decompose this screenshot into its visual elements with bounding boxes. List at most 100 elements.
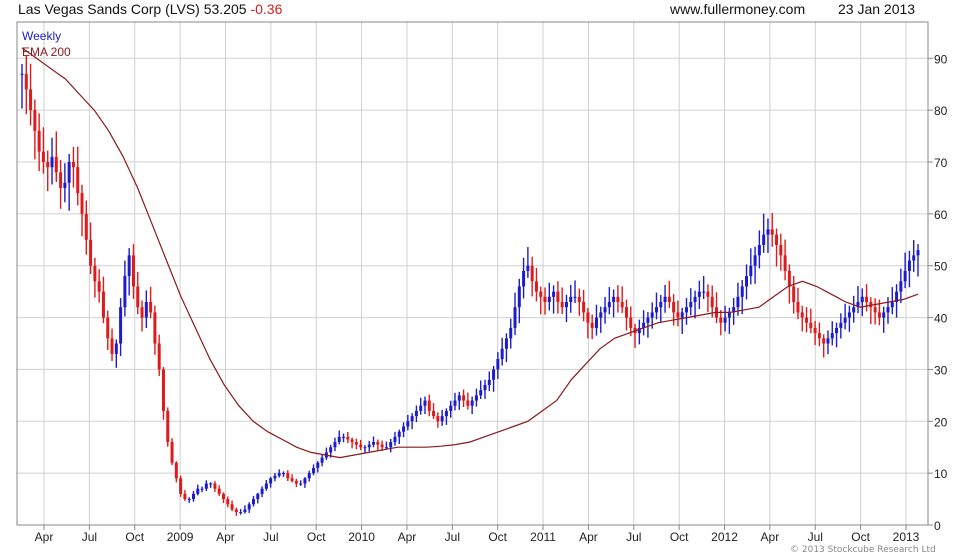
x-tick-label: 2013 [893,530,920,544]
candle-body [770,229,774,235]
candle-body [646,317,650,323]
candle-body [689,302,693,308]
candle-body [46,162,50,168]
candle-body [136,286,140,308]
candle-body [174,462,178,479]
candle-body [757,244,761,256]
candle-body [500,348,504,360]
candle-body [93,265,97,282]
candle-body [543,296,547,303]
candle-body [286,473,290,479]
candle-body [672,302,676,313]
candle-body [402,426,406,432]
candle-body [337,436,341,443]
candle-body [702,291,706,293]
candle-body [393,436,397,443]
candle-body [191,493,195,500]
y-axis: 0 10 20 30 40 50 60 70 80 90 [928,52,948,533]
candle-body [483,384,487,391]
candle-body [852,307,856,313]
candle-body [620,302,624,308]
y-tick-label: 30 [934,363,948,377]
candle-body [89,239,93,266]
candle-body [466,400,470,406]
candle-body [496,359,500,370]
candle-body [204,483,208,489]
candle-body [753,255,757,266]
candle-body [440,416,444,422]
candle-body [534,281,538,292]
candle-body [706,291,710,297]
candle-body [252,499,256,505]
x-tick-label: Jul [445,530,460,544]
candle-body [312,467,316,474]
candle-body [530,265,534,282]
candle-body [762,234,766,245]
candle-body [680,312,684,318]
candle-body [873,307,877,313]
candle-body [376,442,380,445]
y-tick-label: 20 [934,415,948,429]
candle-body [474,395,478,401]
x-tick-label: Jul [626,530,641,544]
candle-body [221,493,225,500]
x-tick-label: Oct [125,530,144,544]
candle-body [667,296,671,303]
candle-body [564,302,568,308]
candle-body [740,286,744,297]
candle-body [367,444,371,448]
candle-body [316,462,320,468]
candle-body [577,296,581,303]
candle-body [676,312,680,318]
candle-body [800,312,804,318]
candle-body [320,457,324,463]
candle-body [526,265,530,271]
candle-body [444,410,448,417]
copyright-credit: © 2013 Stockcube Research Ltd [790,545,936,555]
candle-body [860,296,864,303]
candle-body [504,338,508,349]
candle-body [380,444,384,448]
candle-body [912,255,916,261]
candle-body [303,478,307,484]
candle-body [719,317,723,323]
candle-body [745,276,749,287]
candle-body [354,442,358,445]
candle-body [805,317,809,323]
candle-body [110,338,114,354]
candle-body [607,302,611,308]
candle-body [899,281,903,292]
x-tick-label: Oct [670,530,689,544]
candle-body [277,473,281,476]
weekly-candles [20,55,920,516]
candle-body [813,327,817,334]
x-tick-label: 2010 [348,530,375,544]
candle-body [822,338,826,344]
candle-body [697,291,701,297]
candle-body [41,151,45,163]
candle-body [397,431,401,437]
candle-body [260,488,264,494]
plot-frame [16,21,929,526]
y-tick-label: 60 [934,208,948,222]
candle-body [479,390,483,396]
candle-body [522,270,526,287]
candle-body [783,255,787,271]
candle-body [792,286,796,303]
candle-body [170,442,174,463]
candle-body [890,302,894,308]
candle-body [333,442,337,448]
x-tick-label: Apr [35,530,54,544]
candle-body [817,333,821,339]
candle-body [131,255,135,287]
candle-body [54,156,58,173]
candle-body [552,291,556,297]
candle-body [273,475,277,479]
candle-body [547,296,551,303]
candle-body [423,400,427,406]
candle-body [243,509,247,513]
candle-body [462,395,466,401]
candle-body [629,317,633,328]
candle-body [586,312,590,323]
x-tick-label: Jul [808,530,823,544]
